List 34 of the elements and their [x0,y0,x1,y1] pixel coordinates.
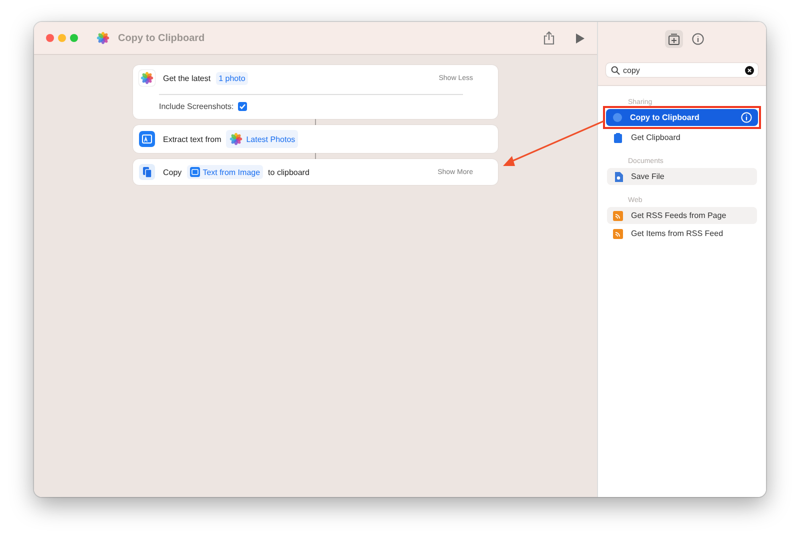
text-scan-icon [190,167,200,177]
search-icon [611,66,620,74]
document-stack-icon [139,164,155,180]
action-list-item[interactable]: Copy to Clipboard [606,109,758,126]
rss-icon [613,228,623,238]
search-field[interactable]: copy [606,63,758,77]
window-title: Copy to Clipboard [118,32,205,44]
variable-token[interactable]: Latest Photos [226,130,298,148]
share-icon[interactable] [543,31,555,45]
action-text: Extract text from [163,134,222,144]
play-icon[interactable] [575,32,585,44]
checkbox[interactable] [238,102,247,111]
text-scan-icon [139,131,155,147]
document-icon [613,172,623,182]
flower-icon [139,70,155,86]
option-label: Include Screenshots: [159,102,234,111]
clear-icon[interactable] [745,66,754,74]
variable-token[interactable]: Text from Image [186,165,264,179]
action-list-item[interactable]: Get Items from RSS Feed [607,225,757,242]
action-list-item[interactable]: Get RSS Feeds from Page [607,207,757,224]
action-library-button[interactable] [664,30,682,48]
flower-icon [96,31,110,45]
variable-token[interactable]: 1 photo [216,72,248,84]
dot-icon [612,113,622,122]
action-text: to clipboard [268,168,310,176]
close-button[interactable] [46,34,54,42]
action-list-item[interactable]: Save File [607,168,757,185]
rss-icon [613,210,623,220]
action-list-item[interactable]: Get Clipboard [607,129,757,146]
info-icon[interactable] [692,32,704,44]
action-text: Get the latest [163,74,211,82]
flower-icon [229,132,244,146]
action-text: Copy [163,168,182,176]
clipboard-icon [613,132,623,142]
